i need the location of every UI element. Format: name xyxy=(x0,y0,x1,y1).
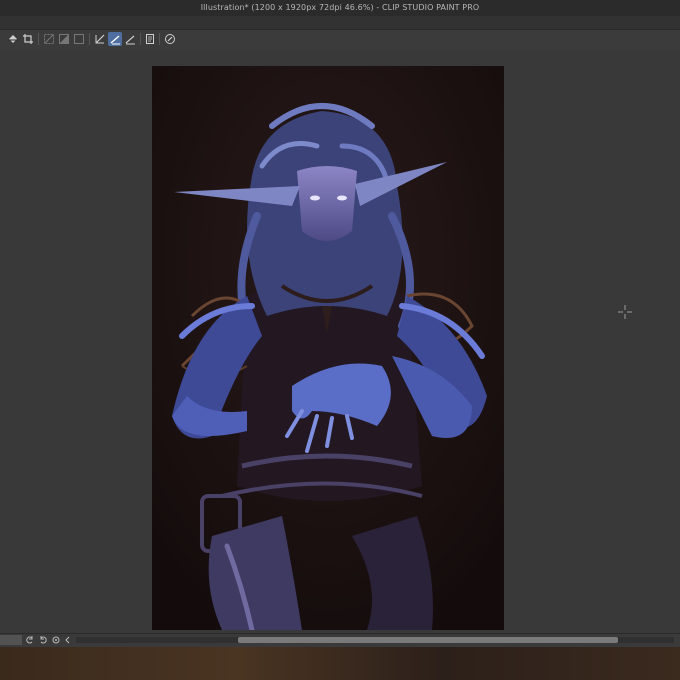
desktop-background xyxy=(0,647,680,680)
toolbar-separator xyxy=(140,33,141,45)
rotate-left-icon[interactable] xyxy=(25,635,35,645)
page-icon[interactable] xyxy=(143,32,157,46)
crosshair-cursor-icon xyxy=(618,304,632,319)
app-window: Illustration* (1200 x 1920px 72dpi 46.6%… xyxy=(0,0,680,680)
artwork-canvas[interactable] xyxy=(152,66,504,630)
toolbar-separator xyxy=(159,33,160,45)
scrollbar-thumb[interactable] xyxy=(238,637,618,643)
snap-ruler-icon[interactable] xyxy=(108,32,122,46)
ruler-icon[interactable] xyxy=(93,32,107,46)
fill-icon[interactable] xyxy=(6,32,20,46)
flip-icon[interactable] xyxy=(63,635,73,645)
menu-strip xyxy=(0,16,680,29)
zoom-field[interactable] xyxy=(0,635,22,645)
toolbar-separator xyxy=(89,33,90,45)
fill-selection-icon[interactable] xyxy=(72,32,86,46)
toolbar-separator xyxy=(38,33,39,45)
rotate-right-icon[interactable] xyxy=(38,635,48,645)
invert-selection-icon[interactable] xyxy=(57,32,71,46)
snap-perspective-icon[interactable] xyxy=(123,32,137,46)
crop-icon[interactable] xyxy=(21,32,35,46)
selection-clear-icon[interactable] xyxy=(42,32,56,46)
rotate-canvas-icon[interactable] xyxy=(163,32,177,46)
horizontal-scrollbar[interactable] xyxy=(76,637,674,643)
status-bar xyxy=(0,633,680,647)
reset-rotation-icon[interactable] xyxy=(51,635,61,645)
command-bar xyxy=(0,29,680,50)
window-title: Illustration* (1200 x 1920px 72dpi 46.6%… xyxy=(0,0,680,16)
